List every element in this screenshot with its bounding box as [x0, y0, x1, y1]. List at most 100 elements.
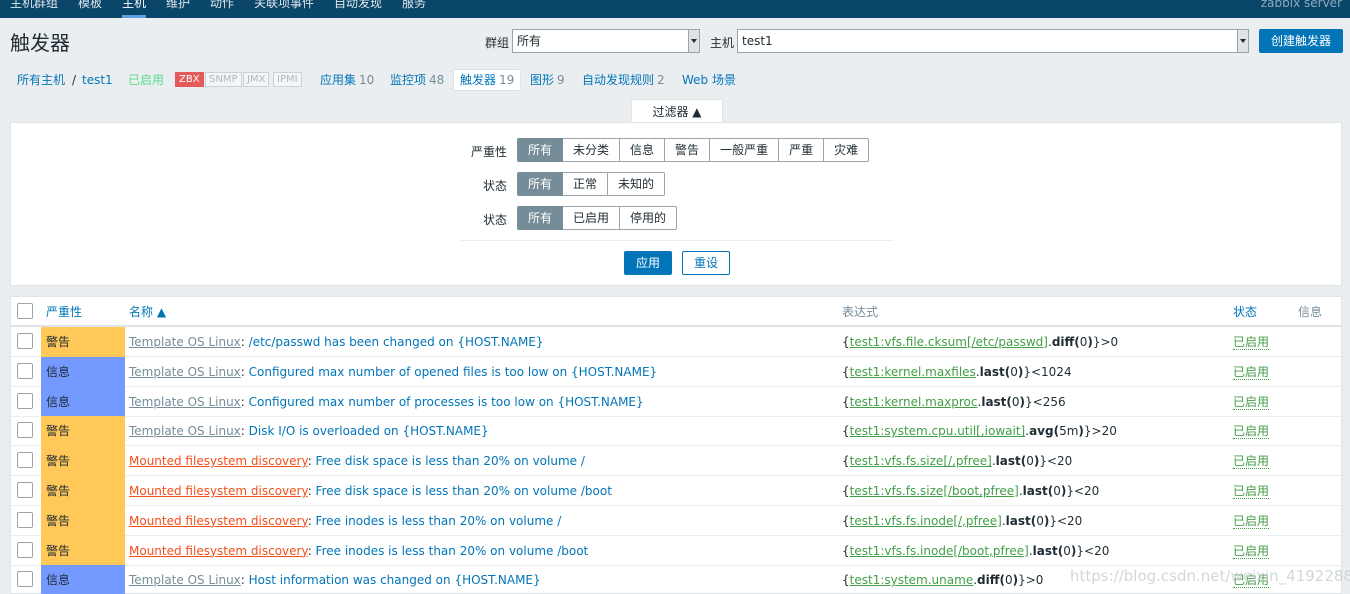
- trigger-link[interactable]: /etc/passwd has been changed on {HOST.NA…: [249, 335, 544, 349]
- expression-item-link[interactable]: test1:vfs.fs.size[/,pfree]: [850, 454, 992, 468]
- expression-cell: {test1:kernel.maxfiles.last(0)}<1024: [842, 364, 1072, 379]
- template-link[interactable]: Template OS Linux: [129, 365, 241, 379]
- status-filter-label: 状态: [483, 213, 508, 227]
- expression-item-link[interactable]: test1:vfs.file.cksum[/etc/passwd]: [850, 335, 1048, 349]
- breadcrumb-all-hosts[interactable]: 所有主机: [17, 72, 65, 88]
- table-header: 严重性 名称 ▲ 表达式 状态 信息: [11, 297, 1341, 327]
- severity-option[interactable]: 灾难: [824, 138, 870, 162]
- host-select[interactable]: test1: [737, 29, 1249, 53]
- tab-web-scenarios[interactable]: Web 场景: [682, 72, 736, 88]
- trigger-link[interactable]: Free disk space is less than 20% on volu…: [316, 454, 585, 468]
- row-checkbox[interactable]: [17, 541, 33, 558]
- severity-option[interactable]: 警告: [665, 138, 711, 162]
- row-checkbox[interactable]: [17, 482, 33, 498]
- header-severity[interactable]: 严重性: [46, 304, 82, 320]
- expression-item-link[interactable]: test1:kernel.maxproc: [850, 395, 978, 409]
- status-toggle[interactable]: 已启用: [1233, 483, 1270, 499]
- expression-item-link[interactable]: test1:vfs.fs.inode[/,pfree]: [850, 514, 1002, 528]
- template-link[interactable]: Template OS Linux: [129, 395, 241, 409]
- breadcrumb-host[interactable]: test1: [82, 72, 113, 88]
- tab-discovery-rules[interactable]: 自动发现规则 2: [582, 72, 665, 88]
- row-checkbox[interactable]: [17, 452, 33, 469]
- trigger-link[interactable]: Configured max number of opened files is…: [249, 365, 658, 379]
- expression-item-link[interactable]: test1:system.uname: [850, 573, 974, 587]
- row-checkbox[interactable]: [17, 511, 33, 528]
- filter-toggle[interactable]: 过滤器 ▲: [631, 99, 723, 123]
- trigger-link[interactable]: Configured max number of processes is to…: [249, 395, 644, 409]
- row-checkbox[interactable]: [17, 422, 33, 439]
- row-checkbox[interactable]: [17, 392, 33, 409]
- severity-cell: 信息: [41, 565, 125, 594]
- name-separator: :: [240, 335, 249, 349]
- status-toggle[interactable]: 已启用: [1233, 334, 1270, 350]
- template-link[interactable]: Mounted filesystem discovery: [129, 484, 308, 498]
- apply-button[interactable]: 应用: [624, 251, 672, 275]
- header-expression: 表达式: [842, 305, 879, 319]
- expression-item-link[interactable]: test1:system.cpu.util[,iowait]: [850, 424, 1026, 438]
- nav-correlation[interactable]: 关联项事件: [254, 0, 314, 12]
- nav-hosts[interactable]: 主机: [122, 0, 146, 12]
- severity-cell: 信息: [41, 386, 125, 417]
- expression-item-link[interactable]: test1:vfs.fs.inode[/boot,pfree]: [850, 544, 1029, 558]
- nav-discovery[interactable]: 自动发现: [334, 0, 382, 12]
- state-option[interactable]: 未知的: [608, 172, 666, 196]
- status-toggle[interactable]: 已启用: [1233, 423, 1270, 440]
- template-link[interactable]: Mounted filesystem discovery: [129, 544, 308, 558]
- template-link[interactable]: Mounted filesystem discovery: [129, 514, 308, 528]
- expression-item-link[interactable]: test1:kernel.maxfiles: [850, 365, 976, 379]
- trigger-link[interactable]: Disk I/O is overloaded on {HOST.NAME}: [249, 424, 489, 438]
- status-option[interactable]: 停用的: [620, 206, 678, 230]
- severity-option[interactable]: 未分类: [563, 138, 621, 162]
- trigger-link[interactable]: Host information was changed on {HOST.NA…: [249, 573, 541, 587]
- trigger-link[interactable]: Free inodes is less than 20% on volume /: [316, 514, 562, 528]
- tab-items[interactable]: 监控项 48: [390, 72, 444, 88]
- tab-triggers[interactable]: 触发器 19: [453, 69, 522, 91]
- status-toggle[interactable]: 已启用: [1233, 394, 1270, 410]
- header-status[interactable]: 状态: [1233, 304, 1257, 320]
- template-link[interactable]: Mounted filesystem discovery: [129, 454, 308, 468]
- template-link[interactable]: Template OS Linux: [129, 573, 241, 587]
- severity-option[interactable]: 信息: [620, 138, 666, 162]
- severity-option[interactable]: 严重: [779, 138, 825, 162]
- nav-maintenance[interactable]: 维护: [166, 0, 190, 12]
- page-title: 触发器: [10, 31, 70, 55]
- severity-option[interactable]: 所有: [517, 138, 564, 162]
- row-checkbox[interactable]: [17, 571, 33, 588]
- table-row: 警告 Mounted filesystem discovery: Free dis…: [11, 446, 1341, 477]
- tab-applications[interactable]: 应用集 10: [320, 72, 374, 88]
- watermark: https://blog.csdn.net/weixin_41922887: [1070, 567, 1350, 585]
- severity-option[interactable]: 一般严重: [710, 138, 780, 162]
- status-option[interactable]: 已启用: [563, 206, 621, 230]
- template-link[interactable]: Template OS Linux: [129, 424, 241, 438]
- jmx-badge: JMX: [243, 72, 270, 87]
- state-option[interactable]: 正常: [563, 172, 609, 196]
- expression-cell: {test1:vfs.fs.inode[/boot,pfree].last(0)…: [842, 543, 1110, 558]
- select-all-checkbox[interactable]: [17, 303, 33, 319]
- status-filter: 所有 已启用 停用的: [517, 206, 678, 230]
- trigger-link[interactable]: Free disk space is less than 20% on volu…: [316, 484, 612, 498]
- nav-actions[interactable]: 动作: [210, 0, 234, 12]
- status-option[interactable]: 所有: [517, 206, 564, 230]
- status-toggle[interactable]: 已启用: [1233, 543, 1270, 559]
- group-select[interactable]: 所有: [512, 29, 700, 53]
- trigger-link[interactable]: Free inodes is less than 20% on volume /…: [316, 544, 589, 558]
- nav-services[interactable]: 服务: [402, 0, 426, 12]
- row-checkbox[interactable]: [17, 333, 33, 349]
- template-link[interactable]: Template OS Linux: [129, 335, 241, 349]
- host-status[interactable]: 已启用: [128, 72, 164, 88]
- header-name[interactable]: 名称 ▲: [129, 304, 166, 320]
- status-toggle[interactable]: 已启用: [1233, 513, 1270, 529]
- reset-button[interactable]: 重设: [682, 251, 730, 275]
- status-toggle[interactable]: 已启用: [1233, 364, 1270, 380]
- nav-host-groups[interactable]: 主机群组: [10, 0, 58, 12]
- state-option[interactable]: 所有: [517, 172, 564, 196]
- tab-graphs[interactable]: 图形 9: [530, 72, 565, 88]
- status-toggle[interactable]: 已启用: [1233, 453, 1270, 470]
- severity-filter-label: 严重性: [471, 145, 508, 159]
- expression-item-link[interactable]: test1:vfs.fs.size[/boot,pfree]: [850, 484, 1019, 498]
- nav-templates[interactable]: 模板: [78, 0, 102, 12]
- server-name: zabbix server: [1260, 0, 1342, 10]
- row-checkbox[interactable]: [17, 362, 33, 379]
- nav-active-indicator: [122, 15, 146, 18]
- create-trigger-button[interactable]: 创建触发器: [1259, 29, 1343, 53]
